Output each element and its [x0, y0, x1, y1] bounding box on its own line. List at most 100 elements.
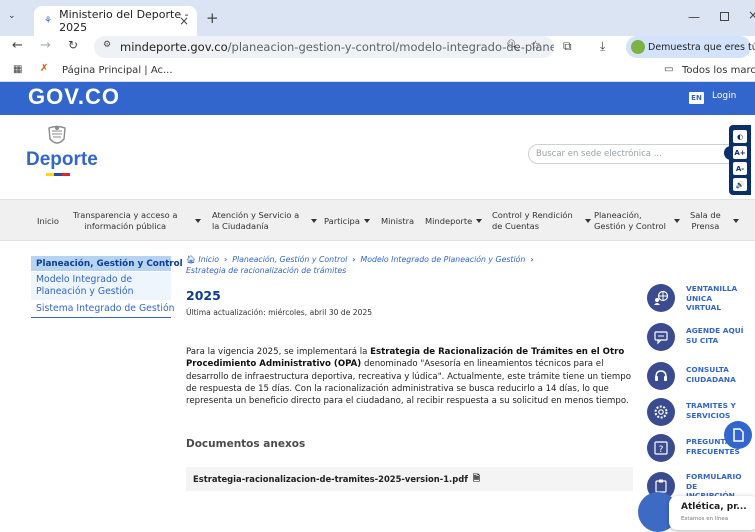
svg-text:?: ? [659, 445, 664, 455]
font-increase-button[interactable]: A+ [733, 146, 747, 159]
main-nav: Inicio Transparencia y acceso a informac… [0, 199, 755, 241]
coat-of-arms-icon [46, 125, 68, 149]
all-bookmarks-button[interactable]: Todos los marcadores [682, 65, 755, 76]
service-agende-cita[interactable]: AGENDE AQUÍ SU CITA [647, 323, 755, 363]
chevron-down-icon [363, 219, 370, 223]
attachments-heading: Documentos anexos [186, 438, 306, 450]
chevron-down-icon [584, 219, 591, 223]
chevron-down-icon [195, 219, 202, 223]
flag-stripe [46, 173, 70, 176]
screen-reader-button[interactable]: 🔊 [733, 178, 747, 191]
nav-label: Control y Rendición de Cuentas [492, 210, 573, 231]
address-bar-row: ← → ↻ ⚙ mindeporte.gov.co/planeacion-ges… [0, 36, 755, 60]
service-label: CONSULTA CIUDADANA [686, 365, 736, 384]
nav-inicio[interactable]: Inicio [37, 200, 59, 242]
chevron-down-icon [476, 219, 483, 223]
globe-person-icon [647, 284, 675, 312]
nav-label: Sala de Prensa [690, 210, 721, 231]
nav-ministra[interactable]: Ministra [381, 200, 414, 242]
chat-icon [647, 323, 675, 351]
reload-icon[interactable]: ↻ [68, 38, 78, 52]
nav-label: Transparencia y acceso a información púb… [73, 210, 178, 231]
site-favicon-icon: ⚘ [44, 16, 53, 26]
nav-mindeporte[interactable]: Mindeporte [425, 200, 483, 242]
para-text-1: Para la vigencia 2025, se implementará l… [186, 347, 371, 357]
maximize-icon[interactable] [720, 12, 729, 21]
site-header: Deporte Buscar en sede electrónica ... ◐… [0, 115, 755, 199]
service-label: VENTANILLA ÚNICA VIRTUAL [686, 284, 738, 312]
browser-tab-bar: ⌄ ⚘ Ministerio del Deporte - 2025 × + — … [0, 0, 755, 36]
chat-title: Atlética, pr... [681, 502, 747, 512]
breadcrumb-level-2[interactable]: Modelo Integrado de Planeación y Gestión [361, 255, 526, 264]
contrast-button[interactable]: ◐ [733, 130, 747, 143]
sidebar-heading[interactable]: Planeación, Gestión y Control [31, 256, 183, 272]
nav-transparencia[interactable]: Transparencia y acceso a información púb… [73, 200, 202, 242]
login-link[interactable]: Login [712, 91, 736, 101]
url-host: mindeporte.gov.co [120, 40, 228, 54]
sidebar-item-sig[interactable]: Sistema Integrado de Gestión [31, 301, 175, 318]
nav-sala-prensa[interactable]: Sala de Prensa [690, 200, 739, 242]
folder-icon: ▭ [664, 64, 674, 75]
nav-label: Participa [324, 215, 360, 226]
nav-control-rendicion[interactable]: Control y Rendición de Cuentas [492, 200, 591, 242]
govco-logo[interactable]: GOV.CO [28, 84, 120, 110]
browser-tab[interactable]: ⚘ Ministerio del Deporte - 2025 × [34, 6, 197, 36]
nav-label: Ministra [381, 215, 415, 226]
breadcrumb-separator-icon: › [224, 255, 228, 264]
chat-status: Estamos en línea [681, 516, 729, 522]
attachment-link[interactable]: Estrategia-racionalizacion-de-tramites-2… [193, 474, 468, 484]
profile-chip[interactable]: Demuestra que eres tú [626, 36, 755, 58]
gear-icon [647, 398, 675, 426]
bookmark-star-icon[interactable]: ☆ [530, 38, 541, 52]
new-tab-icon[interactable]: + [206, 9, 219, 27]
breadcrumb-home[interactable]: Inicio [198, 255, 219, 264]
service-ventanilla[interactable]: VENTANILLA ÚNICA VIRTUAL [647, 284, 755, 324]
apps-grid-icon[interactable]: ▦ [13, 64, 22, 75]
deporte-logo[interactable]: Deporte [26, 149, 98, 171]
close-window-icon[interactable]: × [748, 8, 755, 22]
home-icon: 🏠︎ [186, 255, 196, 264]
page-title: 2025 [186, 288, 221, 303]
font-decrease-button[interactable]: A- [733, 162, 747, 175]
question-icon: ? [647, 434, 675, 462]
breadcrumb: 🏠︎ Inicio › Planeación, Gestión y Control ›… [186, 254, 606, 276]
service-label: AGENDE AQUÍ SU CITA [686, 326, 744, 345]
breadcrumb-level-1[interactable]: Planeación, Gestión y Control [232, 255, 347, 264]
service-consulta[interactable]: CONSULTA CIUDADANA [647, 362, 755, 402]
nav-label: Planeación, Gestión y Control [594, 210, 666, 231]
back-icon[interactable]: ← [12, 38, 23, 53]
profile-avatar-icon [631, 40, 645, 54]
chevron-down-icon [732, 219, 739, 223]
close-tab-icon[interactable]: × [179, 14, 189, 28]
site-settings-icon[interactable]: ⚙ [103, 40, 111, 50]
bookmarks-bar: ▦ ✗ Página Principal | Ac... ▭ Todos los… [0, 60, 755, 82]
chevron-down-icon [311, 219, 318, 223]
forward-icon[interactable]: → [40, 38, 51, 53]
section-sidebar: Planeación, Gestión y Control Modelo Int… [31, 256, 183, 318]
extensions-icon[interactable]: ⧉ [563, 39, 572, 54]
url-field[interactable]: ⚙ mindeporte.gov.co/planeacion-gestion-y… [94, 36, 554, 58]
last-updated: Última actualización: miércoles, abril 3… [186, 308, 373, 317]
tab-list-chevron-icon[interactable]: ⌄ [8, 11, 16, 21]
attachment-row[interactable]: Estrategia-racionalizacion-de-tramites-2… [186, 467, 633, 491]
download-icon[interactable]: ⤓ [600, 39, 605, 54]
document-icon [733, 428, 744, 442]
nav-participa[interactable]: Participa [324, 200, 370, 242]
nav-label: Mindeporte [425, 215, 473, 226]
tab-title: Ministerio del Deporte - 2025 [59, 8, 189, 34]
nav-label: Inicio [37, 215, 59, 226]
minimize-icon[interactable]: — [688, 10, 700, 24]
bookmark-item[interactable]: Página Principal | Ac... [62, 65, 173, 76]
floating-document-button[interactable] [724, 421, 752, 449]
language-button[interactable]: EN [689, 92, 704, 104]
breadcrumb-current: Estrategia de racionalización de trámite… [186, 266, 347, 275]
sidebar-item-mipg[interactable]: Modelo Integrado de Planeación y Gestión [31, 272, 171, 301]
service-label: TRAMITES Y SERVICIOS [686, 401, 736, 420]
nav-atencion[interactable]: Atención y Servicio a la Ciudadanía [212, 200, 318, 242]
site-search-input[interactable]: Buscar en sede electrónica ... [528, 144, 740, 164]
zoom-search-icon[interactable]: 🔍︎ [506, 39, 520, 52]
breadcrumb-separator-icon: › [352, 255, 356, 264]
chevron-down-icon [673, 219, 680, 223]
headset-icon [647, 362, 675, 390]
nav-planeacion[interactable]: Planeación, Gestión y Control [594, 200, 680, 242]
